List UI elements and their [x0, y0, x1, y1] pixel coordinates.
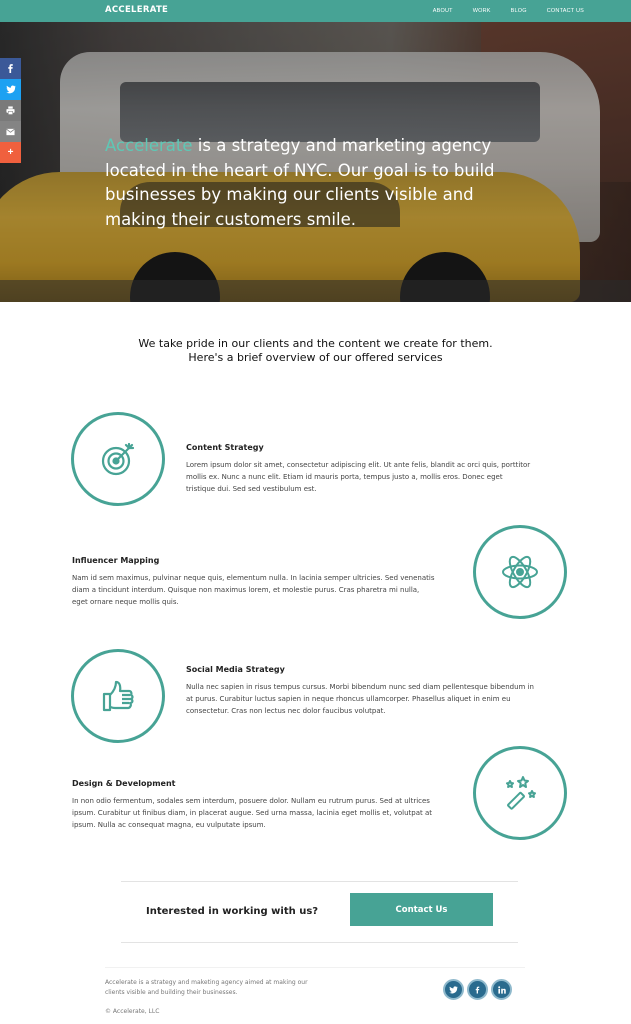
- service-title: Design & Development: [72, 779, 176, 788]
- service-icon-circle: [473, 525, 567, 619]
- nav-link-contact[interactable]: CONTACT US: [547, 8, 584, 14]
- hero-banner: Accelerate is a strategy and marketing a…: [0, 22, 631, 302]
- cta-question: Interested in working with us?: [146, 906, 319, 917]
- printer-icon: [6, 106, 15, 115]
- twitter-icon: [449, 985, 458, 993]
- footer-linkedin-button[interactable]: [491, 979, 512, 1000]
- service-title: Influencer Mapping: [72, 556, 160, 565]
- footer-twitter-button[interactable]: [443, 979, 464, 1000]
- footer-divider: [105, 967, 525, 968]
- target-icon: [101, 442, 135, 476]
- share-email-button[interactable]: [0, 121, 21, 142]
- magic-wand-icon: [506, 776, 536, 810]
- top-nav: ACCELERATE ABOUT WORK BLOG CONTACT US: [0, 0, 631, 22]
- share-more-button[interactable]: +: [0, 142, 21, 163]
- share-twitter-button[interactable]: [0, 79, 21, 100]
- atom-icon: [502, 555, 538, 589]
- service-description: In non odio fermentum, sodales sem inter…: [72, 797, 432, 830]
- plus-icon: +: [7, 147, 14, 158]
- service-description: Nam id sem maximus, pulvinar neque quis,…: [72, 574, 435, 607]
- footer-facebook-button[interactable]: [467, 979, 488, 1000]
- nav-link-work[interactable]: WORK: [473, 8, 491, 14]
- hero-accent-word: Accelerate: [105, 136, 193, 155]
- hero-headline: Accelerate is a strategy and marketing a…: [105, 134, 535, 232]
- nav-link-about[interactable]: ABOUT: [433, 8, 453, 14]
- divider: [121, 942, 518, 943]
- service-icon-circle: [71, 412, 165, 506]
- share-print-button[interactable]: [0, 100, 21, 121]
- nav-link-blog[interactable]: BLOG: [511, 8, 527, 14]
- divider: [121, 881, 518, 882]
- service-description: Nulla nec sapien in risus tempus cursus.…: [186, 683, 534, 716]
- footer-copyright: © Accelerate, LLC: [105, 1008, 160, 1015]
- logo[interactable]: ACCELERATE: [105, 5, 168, 15]
- footer-description: Accelerate is a strategy and maketing ag…: [105, 979, 308, 996]
- email-icon: [6, 128, 15, 135]
- facebook-icon: [8, 64, 13, 73]
- service-title: Content Strategy: [186, 443, 264, 452]
- intro-line-1: We take pride in our clients and the con…: [138, 337, 493, 350]
- services-intro: We take pride in our clients and the con…: [0, 337, 631, 364]
- share-bar: +: [0, 58, 21, 163]
- service-description: Lorem ipsum dolor sit amet, consectetur …: [186, 461, 531, 494]
- nav-links: ABOUT WORK BLOG CONTACT US: [413, 8, 584, 14]
- facebook-icon: [475, 986, 480, 993]
- share-facebook-button[interactable]: [0, 58, 21, 79]
- contact-us-button[interactable]: Contact Us: [350, 893, 493, 926]
- service-title: Social Media Strategy: [186, 665, 285, 674]
- service-icon-circle: [71, 649, 165, 743]
- service-icon-circle: [473, 746, 567, 840]
- twitter-icon: [5, 85, 16, 94]
- linkedin-icon: [497, 985, 506, 994]
- thumbs-up-icon: [102, 680, 134, 712]
- intro-line-2: Here's a brief overview of our offered s…: [188, 350, 443, 364]
